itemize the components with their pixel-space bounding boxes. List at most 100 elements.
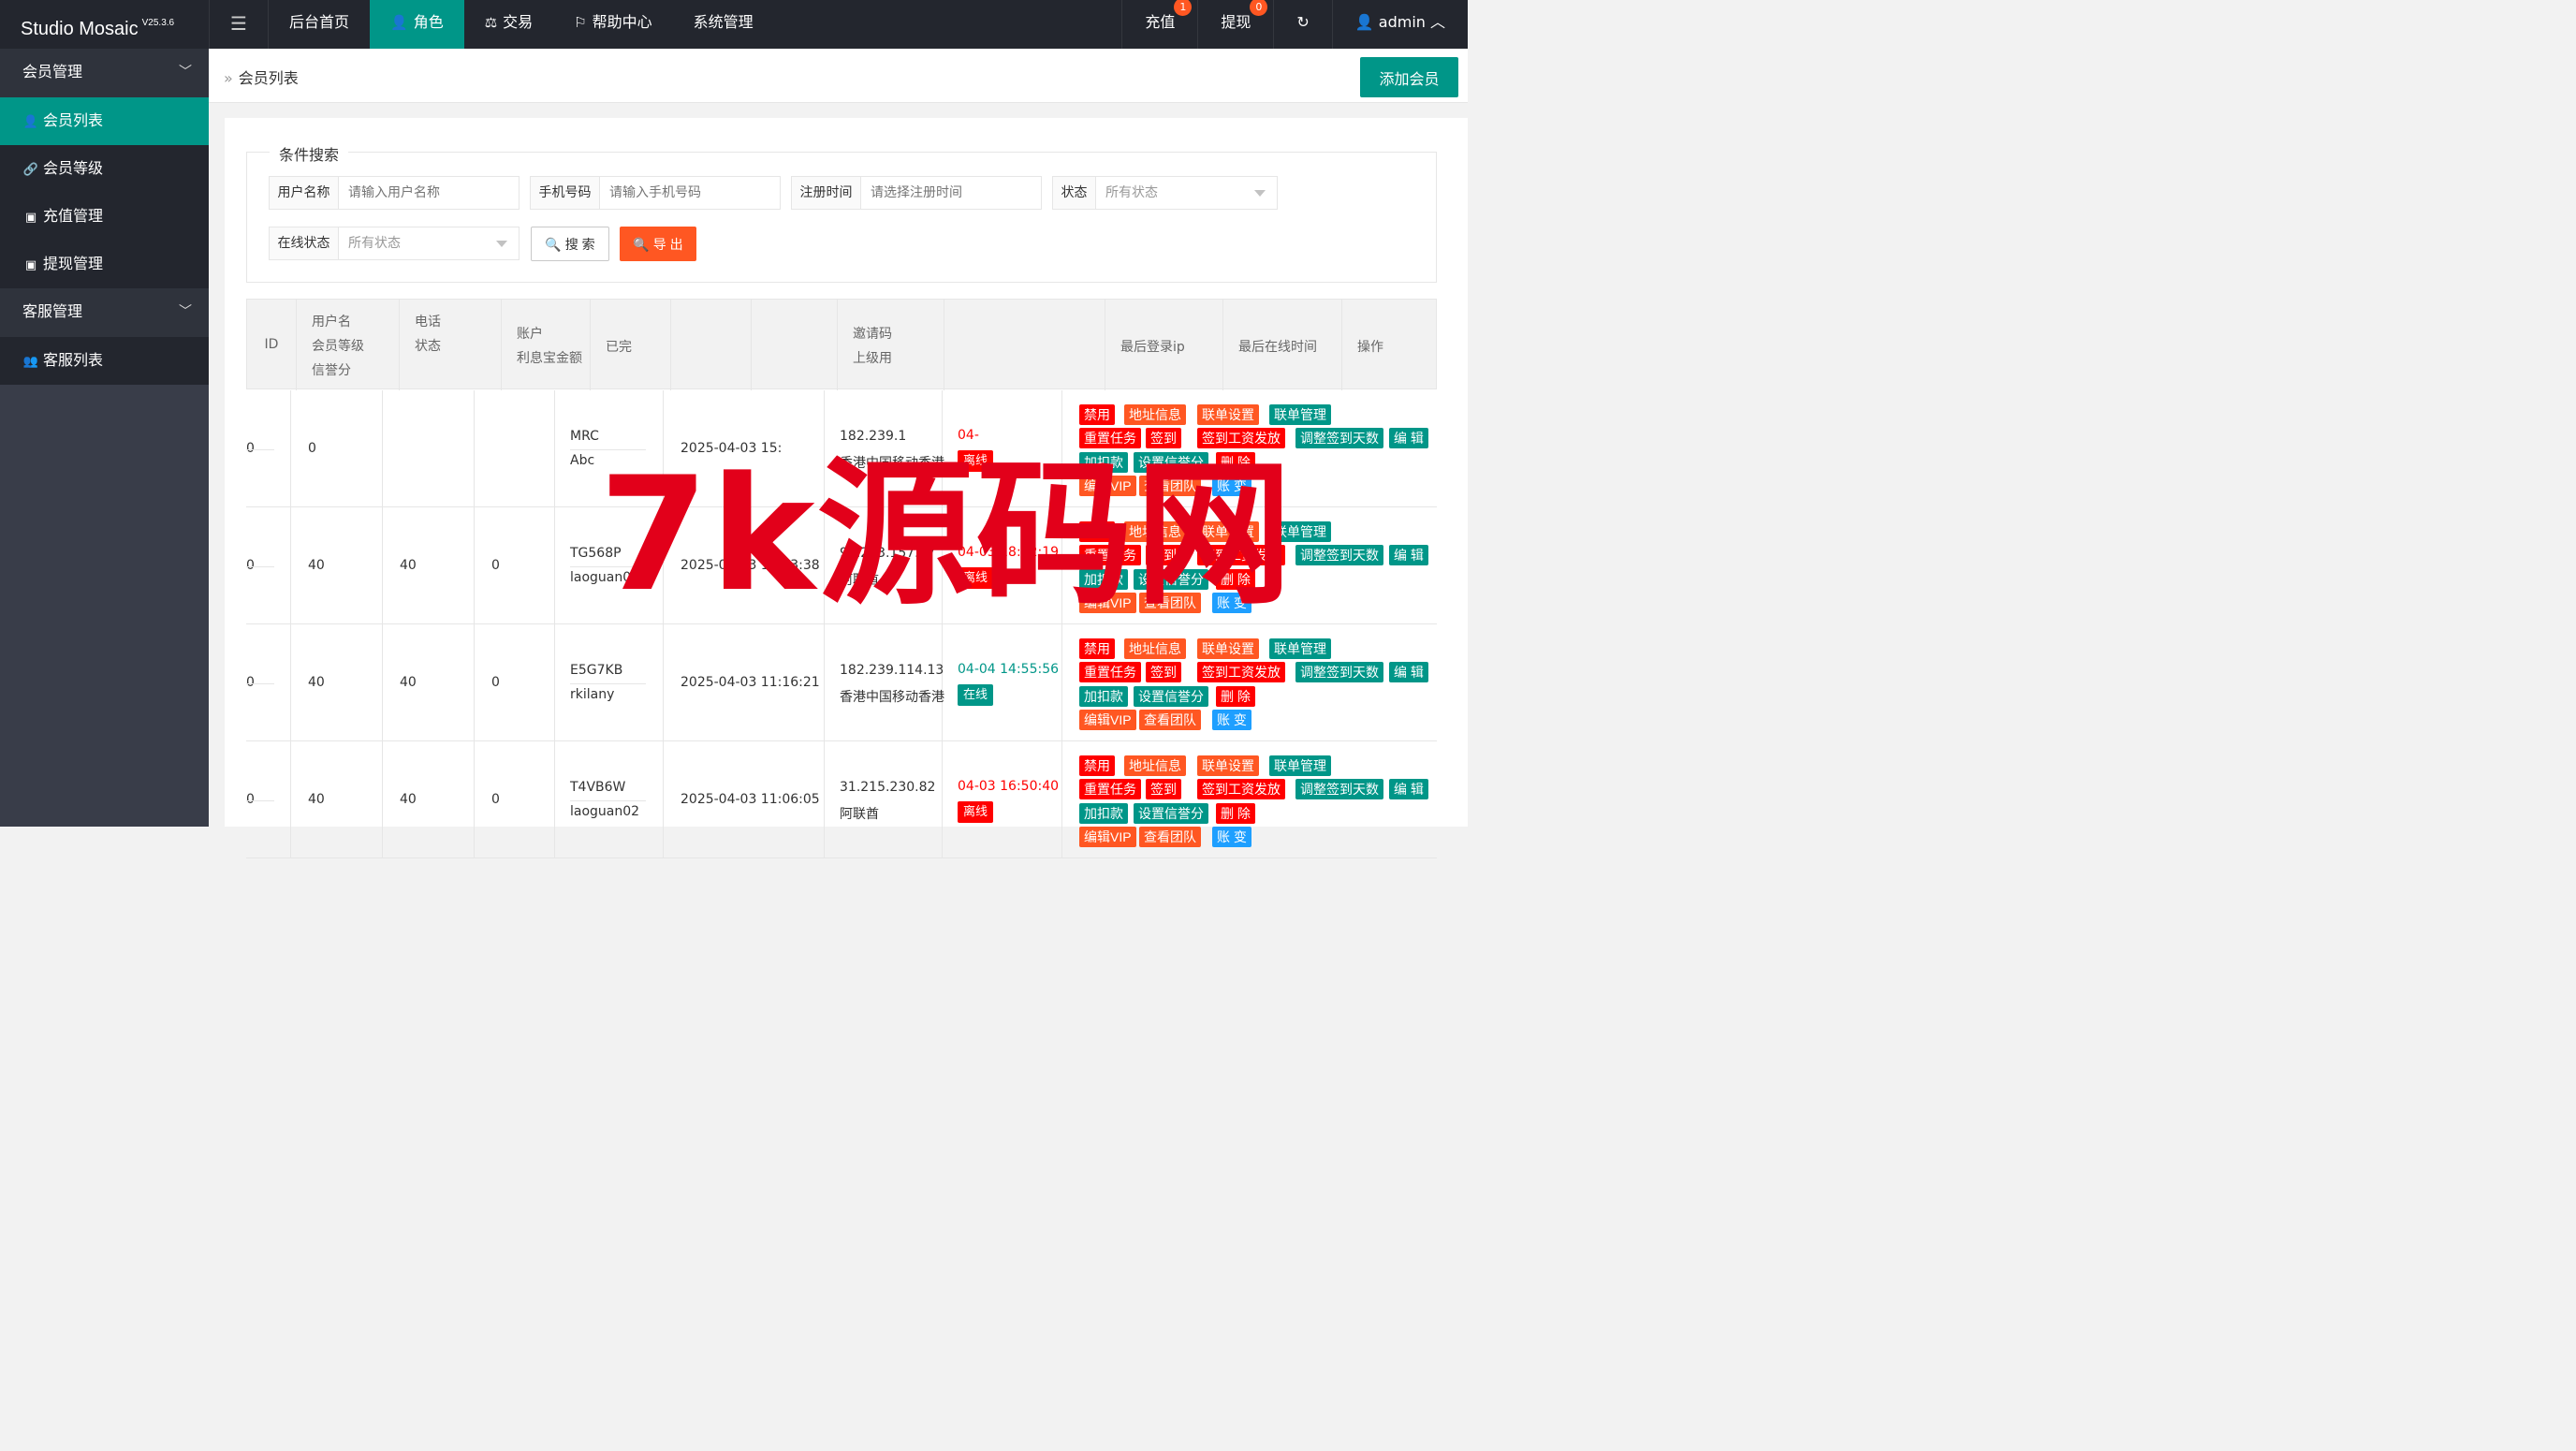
adjust-days-button[interactable]: 调整签到天数 [1295,545,1383,565]
order-set-button[interactable]: 联单设置 [1197,755,1259,776]
ban-button[interactable]: 禁用 [1079,638,1115,659]
account-button[interactable]: 账 变 [1212,710,1251,730]
nav-role[interactable]: 👤 角色 [370,0,464,49]
recharge-link[interactable]: 充值 1 [1121,0,1197,49]
deduct-button[interactable]: 加扣款 [1079,452,1128,473]
credit-button[interactable]: 设置信誉分 [1134,569,1208,590]
sidebar-item-withdraw[interactable]: ▣ 提现管理 [0,241,209,288]
team-button[interactable]: 查看团队 [1139,827,1201,847]
add-member-button[interactable]: 添加会员 [1360,57,1458,97]
cell-balance: 0 [475,507,555,624]
sidebar-group-member[interactable]: 会员管理 ﹀ [0,49,209,97]
cell-level: 40 [291,741,383,858]
edit-button[interactable]: 编 辑 [1389,428,1428,448]
team-button[interactable]: 查看团队 [1139,593,1201,613]
sidebar-item-member-list[interactable]: 👤 会员列表 [0,97,209,145]
cell-ip: 31.215.230.82 阿联酋 [825,741,943,858]
account-button[interactable]: 账 变 [1212,593,1251,613]
address-button[interactable]: 地址信息 [1124,638,1186,659]
online-select[interactable]: 所有状态 [339,227,519,259]
sidebar-group-service[interactable]: 客服管理 ﹀ [0,288,209,337]
status-badge: 在线 [958,684,994,706]
regtime-input[interactable] [861,177,1041,209]
adjust-days-button[interactable]: 调整签到天数 [1295,779,1383,799]
th-done: 已完 [591,300,671,390]
account-button[interactable]: 账 变 [1212,827,1251,847]
nav-system[interactable]: 系统管理 [673,0,774,49]
cell-credit: 40 [383,507,475,624]
adjust-days-button[interactable]: 调整签到天数 [1295,662,1383,682]
sign-button[interactable]: 签到 [1146,779,1181,799]
withdraw-link[interactable]: 提现 0 [1197,0,1273,49]
account-button[interactable]: 账 变 [1212,476,1251,496]
vip-button[interactable]: 编辑VIP [1079,827,1136,847]
menu-toggle-icon[interactable]: ☰ [209,0,269,49]
deduct-button[interactable]: 加扣款 [1079,569,1128,590]
delete-button[interactable]: 删 除 [1216,569,1255,590]
deduct-button[interactable]: 加扣款 [1079,686,1128,707]
order-set-button[interactable]: 联单设置 [1197,521,1259,542]
adjust-days-button[interactable]: 调整签到天数 [1295,428,1383,448]
withdraw-badge: 0 [1250,0,1268,16]
address-button[interactable]: 地址信息 [1124,521,1186,542]
ban-button[interactable]: 禁用 [1079,521,1115,542]
team-button[interactable]: 查看团队 [1139,710,1201,730]
edit-button[interactable]: 编 辑 [1389,662,1428,682]
sign-pay-button[interactable]: 签到工资发放 [1197,662,1285,682]
order-mgr-button[interactable]: 联单管理 [1269,755,1331,776]
delete-button[interactable]: 删 除 [1216,452,1255,473]
reset-task-button[interactable]: 重置任务 [1079,662,1141,682]
nav-home[interactable]: 后台首页 [269,0,370,49]
sign-button[interactable]: 签到 [1146,545,1181,565]
order-set-button[interactable]: 联单设置 [1197,638,1259,659]
username-input[interactable] [339,177,519,209]
edit-button[interactable]: 编 辑 [1389,779,1428,799]
app-logo: Studio Mosaic V25.3.6 [0,0,209,49]
order-mgr-button[interactable]: 联单管理 [1269,638,1331,659]
nav-trade[interactable]: ⚖ 交易 [464,0,553,49]
edit-button[interactable]: 编 辑 [1389,545,1428,565]
sidebar-item-member-level[interactable]: 🔗 会员等级 [0,145,209,193]
status-select[interactable]: 所有状态 [1096,177,1277,209]
address-button[interactable]: 地址信息 [1124,404,1186,425]
username-label: 用户名称 [270,177,339,209]
refresh-icon[interactable]: ↻ [1273,0,1331,49]
reset-task-button[interactable]: 重置任务 [1079,779,1141,799]
sign-pay-button[interactable]: 签到工资发放 [1197,545,1285,565]
reset-task-button[interactable]: 重置任务 [1079,545,1141,565]
table-row: 0 40 40 0 E5G7KB rkilany 2025-04-03 11:16:21 18… [246,624,1437,741]
vip-button[interactable]: 编辑VIP [1079,476,1136,496]
credit-button[interactable]: 设置信誉分 [1134,686,1208,707]
th-blank-2 [752,300,838,390]
order-set-button[interactable]: 联单设置 [1197,404,1259,425]
sign-button[interactable]: 签到 [1146,662,1181,682]
credit-button[interactable]: 设置信誉分 [1134,803,1208,824]
vip-button[interactable]: 编辑VIP [1079,593,1136,613]
order-mgr-button[interactable]: 联单管理 [1269,521,1331,542]
cell-online: 04-04 14:55:56 在线 [943,624,1062,741]
phone-input[interactable] [600,177,780,209]
reset-task-button[interactable]: 重置任务 [1079,428,1141,448]
ban-button[interactable]: 禁用 [1079,404,1115,425]
team-button[interactable]: 查看团队 [1139,476,1201,496]
delete-button[interactable]: 删 除 [1216,803,1255,824]
sign-pay-button[interactable]: 签到工资发放 [1197,779,1285,799]
address-button[interactable]: 地址信息 [1124,755,1186,776]
order-mgr-button[interactable]: 联单管理 [1269,404,1331,425]
sign-pay-button[interactable]: 签到工资发放 [1197,428,1285,448]
vip-button[interactable]: 编辑VIP [1079,710,1136,730]
top-right-menu: 充值 1 提现 0 ↻ 👤 admin ︿ [1121,0,1468,49]
cell-id: 0 [246,624,291,741]
credit-button[interactable]: 设置信誉分 [1134,452,1208,473]
delete-button[interactable]: 删 除 [1216,686,1255,707]
sidebar-item-service-list[interactable]: 👥 客服列表 [0,337,209,385]
deduct-button[interactable]: 加扣款 [1079,803,1128,824]
cell-actions: 禁用 地址信息 联单设置 联单管理重置任务 签到 签到工资发放 调整签到天数编 辑加扣款 设置… [1062,624,1437,741]
nav-help[interactable]: ⚐ 帮助中心 [553,0,672,49]
ban-button[interactable]: 禁用 [1079,755,1115,776]
sidebar-item-recharge[interactable]: ▣ 充值管理 [0,193,209,241]
sign-button[interactable]: 签到 [1146,428,1181,448]
export-button[interactable]: 🔍 导 出 [620,227,696,261]
user-menu[interactable]: 👤 admin ︿ [1331,0,1468,49]
search-button[interactable]: 🔍 搜 索 [531,227,609,261]
